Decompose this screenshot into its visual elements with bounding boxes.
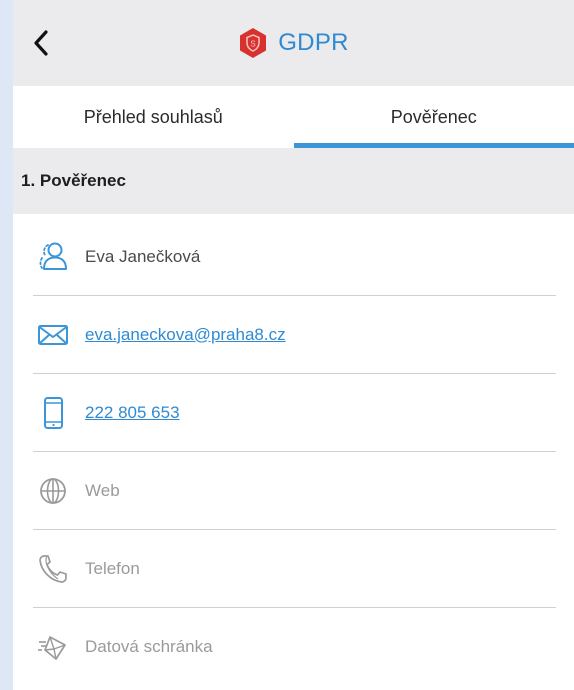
phone-handset-icon xyxy=(35,551,71,587)
contact-list: Eva Janečková eva.janeckova@praha8.cz 22… xyxy=(33,218,556,686)
globe-icon xyxy=(35,473,71,509)
list-item-phone[interactable]: 222 805 653 xyxy=(33,374,556,452)
list-item-email[interactable]: eva.janeckova@praha8.cz xyxy=(33,296,556,374)
app-screen: S GDPR Přehled souhlasů Pověřenec 1. Pov… xyxy=(13,0,574,690)
list-item-datova-schranka: Datová schránka xyxy=(33,608,556,686)
datova-schranka-label: Datová schránka xyxy=(85,637,213,656)
list-item-name: Eva Janečková xyxy=(33,218,556,296)
tab-bar: Přehled souhlasů Pověřenec xyxy=(13,86,574,148)
section-heading: 1. Pověřenec xyxy=(13,148,574,214)
telefon-label: Telefon xyxy=(85,558,140,578)
list-item-web: Web xyxy=(33,452,556,530)
tab-prehled-souhlasu[interactable]: Přehled souhlasů xyxy=(13,86,294,148)
web-label: Web xyxy=(85,480,120,500)
page-title: GDPR xyxy=(278,29,349,56)
mobile-phone-icon xyxy=(35,395,71,431)
email-link[interactable]: eva.janeckova@praha8.cz xyxy=(85,325,286,345)
envelope-icon xyxy=(35,317,71,353)
user-icon xyxy=(35,239,71,275)
top-bar: S GDPR xyxy=(13,0,574,86)
phone-link[interactable]: 222 805 653 xyxy=(85,403,180,423)
tab-poverenec[interactable]: Pověřenec xyxy=(293,86,574,148)
data-mailbox-icon xyxy=(35,629,71,665)
app-title: S GDPR xyxy=(13,24,574,62)
contact-name: Eva Janečková xyxy=(85,246,201,266)
shield-hexagon-icon: S xyxy=(240,28,267,58)
list-item-telefon: Telefon xyxy=(33,530,556,608)
svg-text:S: S xyxy=(251,40,256,49)
